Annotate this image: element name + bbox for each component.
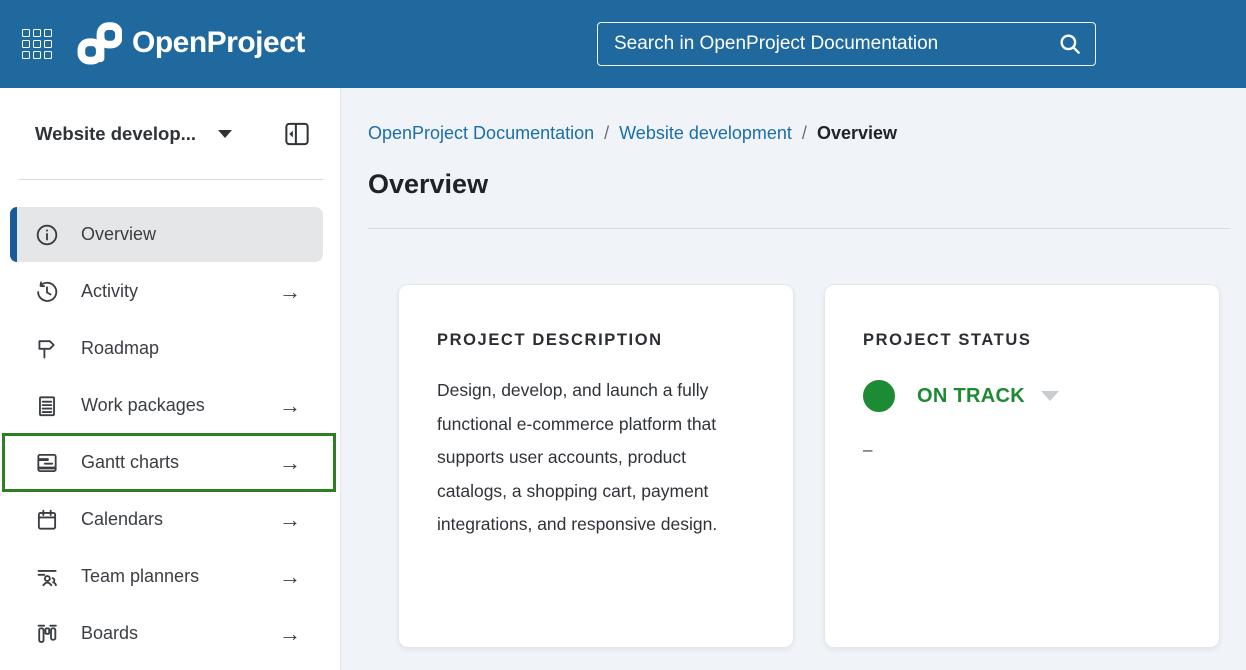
search-icon[interactable] [1057, 31, 1083, 57]
gantt-icon [34, 450, 60, 476]
breadcrumb: OpenProject Documentation / Website deve… [368, 123, 1230, 144]
project-description-text: Design, develop, and launch a fully func… [437, 374, 755, 542]
apps-grid-icon[interactable] [22, 29, 54, 61]
sidebar-divider [19, 179, 323, 180]
breadcrumb-link-project[interactable]: Website development [619, 123, 792, 144]
breadcrumb-separator: / [802, 123, 807, 144]
sidebar-item-label: Overview [81, 224, 156, 245]
openproject-logo[interactable]: OpenProject [76, 20, 305, 66]
logo-text: OpenProject [132, 26, 305, 60]
content-divider [368, 228, 1230, 229]
sidebar-item-label: Boards [81, 623, 138, 644]
overview-widgets: PROJECT DESCRIPTION Design, develop, and… [398, 284, 1230, 648]
sidebar-item-label: Team planners [81, 566, 199, 587]
status-label: ON TRACK [917, 385, 1025, 408]
arrow-right-icon[interactable]: → [279, 564, 301, 590]
sidebar-item-label: Work packages [81, 395, 205, 416]
calendar-icon [34, 507, 60, 533]
status-ring-icon [863, 380, 895, 412]
project-status-selector[interactable]: ON TRACK [863, 380, 1181, 412]
sidebar-item-gantt-charts[interactable]: Gantt charts → [10, 435, 323, 490]
arrow-right-icon[interactable]: → [279, 393, 301, 419]
boards-icon [34, 621, 60, 647]
card-heading: PROJECT STATUS [863, 331, 1181, 350]
project-status-card: PROJECT STATUS ON TRACK – [824, 284, 1220, 648]
document-icon [34, 393, 60, 419]
sidebar-item-boards[interactable]: Boards → [10, 606, 323, 661]
history-icon [34, 279, 60, 305]
arrow-right-icon[interactable]: → [279, 507, 301, 533]
sidebar-item-calendars[interactable]: Calendars → [10, 492, 323, 547]
sidebar-item-label: Gantt charts [81, 452, 179, 473]
sidebar-item-label: Calendars [81, 509, 163, 530]
sidebar-menu: Overview Activity → Roa [0, 207, 340, 661]
breadcrumb-link-documentation[interactable]: OpenProject Documentation [368, 123, 594, 144]
arrow-right-icon[interactable]: → [279, 621, 301, 647]
top-header-bar: OpenProject [0, 0, 1246, 88]
arrow-right-icon[interactable]: → [279, 450, 301, 476]
signpost-icon [34, 336, 60, 362]
global-search-box[interactable] [597, 22, 1096, 66]
sidebar-item-label: Activity [81, 281, 138, 302]
sidebar-item-roadmap[interactable]: Roadmap [10, 321, 323, 376]
sidebar-item-label: Roadmap [81, 338, 159, 359]
project-caret-down-icon[interactable] [218, 130, 232, 138]
team-icon [34, 564, 60, 590]
sidebar-item-overview[interactable]: Overview [10, 207, 323, 262]
sidebar-item-work-packages[interactable]: Work packages → [10, 378, 323, 433]
status-description-empty: – [863, 440, 1181, 460]
project-description-card: PROJECT DESCRIPTION Design, develop, and… [398, 284, 794, 648]
search-input[interactable] [598, 33, 1057, 55]
status-caret-down-icon[interactable] [1041, 391, 1059, 401]
project-title: Website develop... [35, 123, 196, 145]
card-heading: PROJECT DESCRIPTION [437, 331, 755, 350]
main-content: OpenProject Documentation / Website deve… [341, 88, 1246, 670]
collapse-sidebar-icon[interactable] [283, 120, 311, 148]
breadcrumb-current: Overview [817, 123, 897, 144]
project-sidebar: Website develop... [0, 88, 341, 670]
openproject-app: OpenProject Website develop... [0, 0, 1246, 670]
sidebar-item-activity[interactable]: Activity → [10, 264, 323, 319]
page-title: Overview [368, 169, 1230, 200]
openproject-logo-icon [76, 20, 122, 66]
breadcrumb-separator: / [604, 123, 609, 144]
arrow-right-icon[interactable]: → [279, 279, 301, 305]
sidebar-item-team-planners[interactable]: Team planners → [10, 549, 323, 604]
info-icon [34, 222, 60, 248]
project-selector[interactable]: Website develop... [35, 120, 323, 148]
